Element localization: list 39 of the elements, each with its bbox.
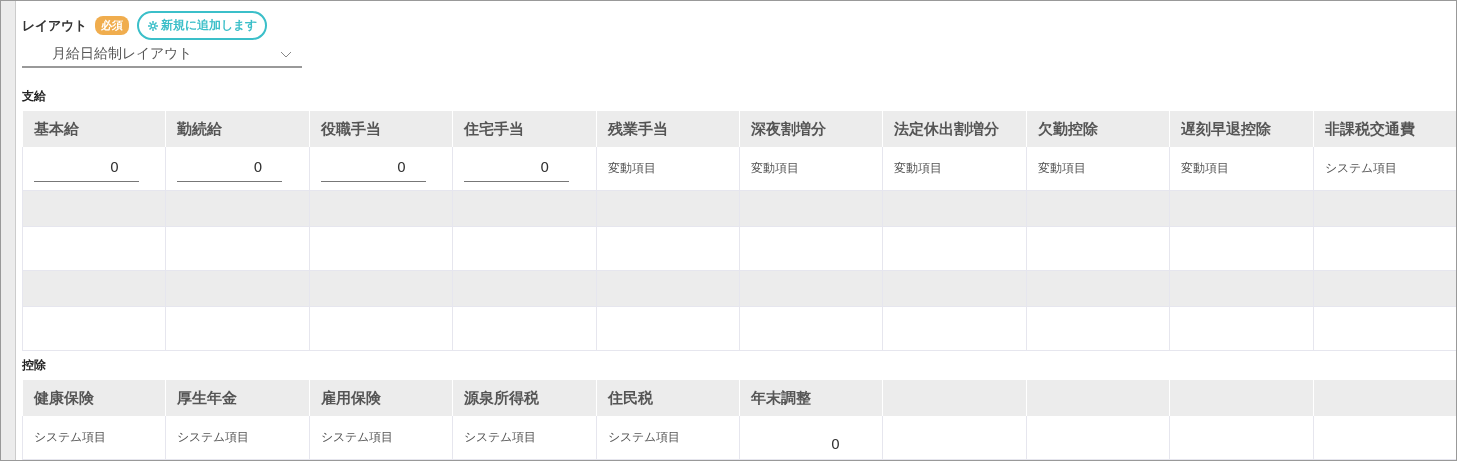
item-type-text: システム項目 bbox=[607, 429, 680, 446]
column-header: 住民税 bbox=[595, 380, 739, 416]
column-header: 健康保険 bbox=[22, 380, 166, 416]
item-type-text: システム項目 bbox=[34, 429, 106, 446]
column-header: 欠勤控除 bbox=[1025, 111, 1170, 147]
layout-label: レイアウト bbox=[22, 16, 87, 35]
section-title: 控除 bbox=[22, 357, 47, 374]
column-header: 勤続給 bbox=[165, 111, 309, 147]
item-type-text: システム項目 bbox=[1324, 160, 1397, 177]
item-type-text: 変動項目 bbox=[1181, 160, 1230, 177]
amount-input[interactable]: 0 bbox=[177, 155, 283, 182]
column-header: 非課税交通費 bbox=[1312, 111, 1456, 147]
item-type-text: 変動項目 bbox=[607, 160, 656, 177]
column-header: 厚生年金 bbox=[165, 380, 309, 416]
amount-value: 0 bbox=[831, 435, 840, 452]
item-type-text: システム項目 bbox=[320, 429, 393, 446]
item-type-text: 変動項目 bbox=[1037, 160, 1086, 177]
column-header: 法定休出割増分 bbox=[882, 111, 1026, 147]
column-header: 住宅手当 bbox=[452, 111, 596, 147]
column-header: 残業手当 bbox=[595, 111, 739, 147]
item-type-text: システム項目 bbox=[177, 429, 250, 446]
column-header: 雇用保険 bbox=[308, 380, 453, 416]
amount-input[interactable]: 0 bbox=[464, 155, 570, 182]
amount-input[interactable]: 0 bbox=[320, 155, 426, 182]
column-header: 基本給 bbox=[22, 111, 166, 147]
item-type-text: 変動項目 bbox=[894, 160, 943, 177]
column-header: 深夜割増分 bbox=[739, 111, 883, 147]
layout-select[interactable]: 月給日給制レイアウト bbox=[22, 42, 302, 68]
item-type-text: システム項目 bbox=[464, 429, 537, 446]
settings-icon bbox=[147, 19, 159, 32]
amount-input[interactable]: 0 bbox=[34, 155, 139, 182]
required-badge: 必須 bbox=[95, 16, 129, 35]
column-header: 源泉所得税 bbox=[452, 380, 596, 416]
column-header: 役職手当 bbox=[308, 111, 453, 147]
column-header: 遅刻早退控除 bbox=[1169, 111, 1313, 147]
column-header: 年末調整 bbox=[739, 380, 883, 416]
section-title: 支給 bbox=[22, 88, 47, 105]
item-type-text: 変動項目 bbox=[751, 160, 799, 177]
chevron-down-icon bbox=[280, 50, 292, 58]
